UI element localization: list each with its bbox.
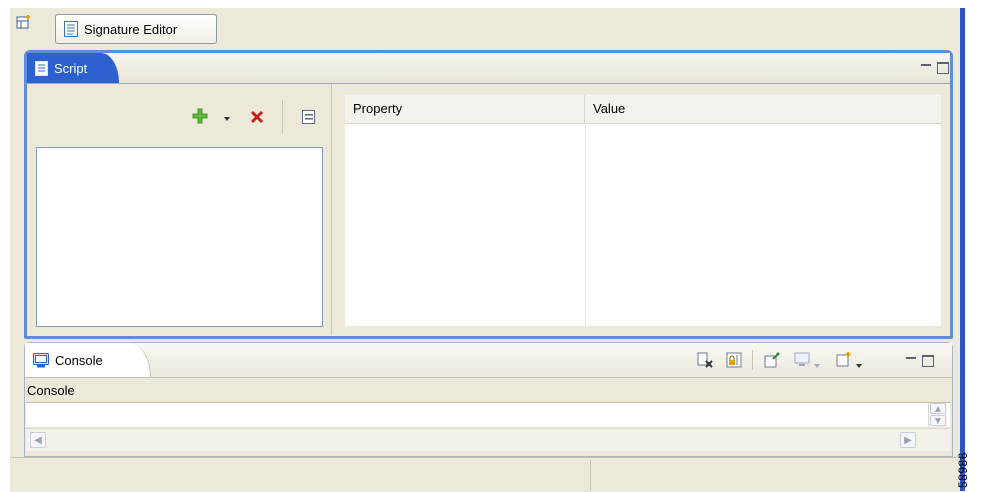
tab-console-label: Console bbox=[55, 352, 103, 368]
collapse-all-icon[interactable] bbox=[302, 110, 318, 126]
scroll-left-icon[interactable]: ◀ bbox=[30, 432, 46, 448]
tab-console[interactable]: Console bbox=[25, 343, 151, 377]
add-plus-icon[interactable] bbox=[192, 108, 208, 124]
console-horizontal-scrollbar[interactable]: ◀ ▶ bbox=[26, 428, 950, 451]
figure-number: 58986 bbox=[956, 452, 970, 488]
column-header-value[interactable]: Value bbox=[585, 95, 941, 123]
console-icon bbox=[33, 352, 49, 367]
clear-console-icon[interactable] bbox=[697, 352, 713, 368]
script-view-controls bbox=[921, 62, 949, 74]
scroll-right-icon[interactable]: ▶ bbox=[900, 432, 916, 448]
console-output[interactable] bbox=[26, 402, 950, 427]
status-bar bbox=[10, 457, 960, 492]
status-bar-separator bbox=[590, 460, 591, 491]
scroll-down-icon[interactable]: ▼ bbox=[930, 415, 946, 427]
property-table[interactable] bbox=[345, 95, 941, 326]
window-edge bbox=[960, 8, 965, 491]
console-content-label: Console bbox=[27, 383, 75, 398]
signature-editor-label: Signature Editor bbox=[84, 21, 178, 37]
chevron-down-icon[interactable] bbox=[222, 112, 232, 121]
chevron-down-icon[interactable] bbox=[855, 358, 863, 368]
script-icon bbox=[35, 60, 48, 76]
signature-editor-icon bbox=[64, 21, 78, 37]
chevron-down-icon[interactable] bbox=[813, 358, 821, 368]
console-vertical-scrollbar[interactable]: ▲ ▼ bbox=[928, 403, 947, 427]
maximize-icon[interactable] bbox=[937, 62, 949, 74]
tab-script[interactable]: Script bbox=[27, 53, 119, 83]
tab-script-label: Script bbox=[54, 60, 88, 76]
script-tree-list[interactable] bbox=[36, 147, 323, 327]
script-tab-bar bbox=[27, 53, 950, 84]
console-view-controls bbox=[906, 355, 934, 367]
toolbar-separator bbox=[282, 100, 283, 134]
maximize-icon[interactable] bbox=[922, 355, 934, 367]
display-console-icon[interactable] bbox=[794, 352, 810, 368]
minimize-icon[interactable] bbox=[906, 356, 916, 362]
open-console-icon[interactable] bbox=[836, 351, 852, 367]
open-perspective-icon[interactable] bbox=[16, 14, 32, 30]
column-divider bbox=[585, 123, 586, 326]
pin-console-icon[interactable] bbox=[764, 352, 780, 368]
scroll-lock-icon[interactable] bbox=[726, 352, 742, 368]
minimize-icon[interactable] bbox=[921, 63, 931, 69]
toolbar-separator bbox=[752, 350, 753, 370]
scroll-up-icon[interactable]: ▲ bbox=[930, 403, 946, 415]
delete-x-icon[interactable] bbox=[249, 109, 265, 125]
column-header-property[interactable]: Property bbox=[345, 95, 585, 123]
signature-editor-button[interactable]: Signature Editor bbox=[55, 14, 217, 44]
property-table-header: Property Value bbox=[345, 95, 941, 124]
